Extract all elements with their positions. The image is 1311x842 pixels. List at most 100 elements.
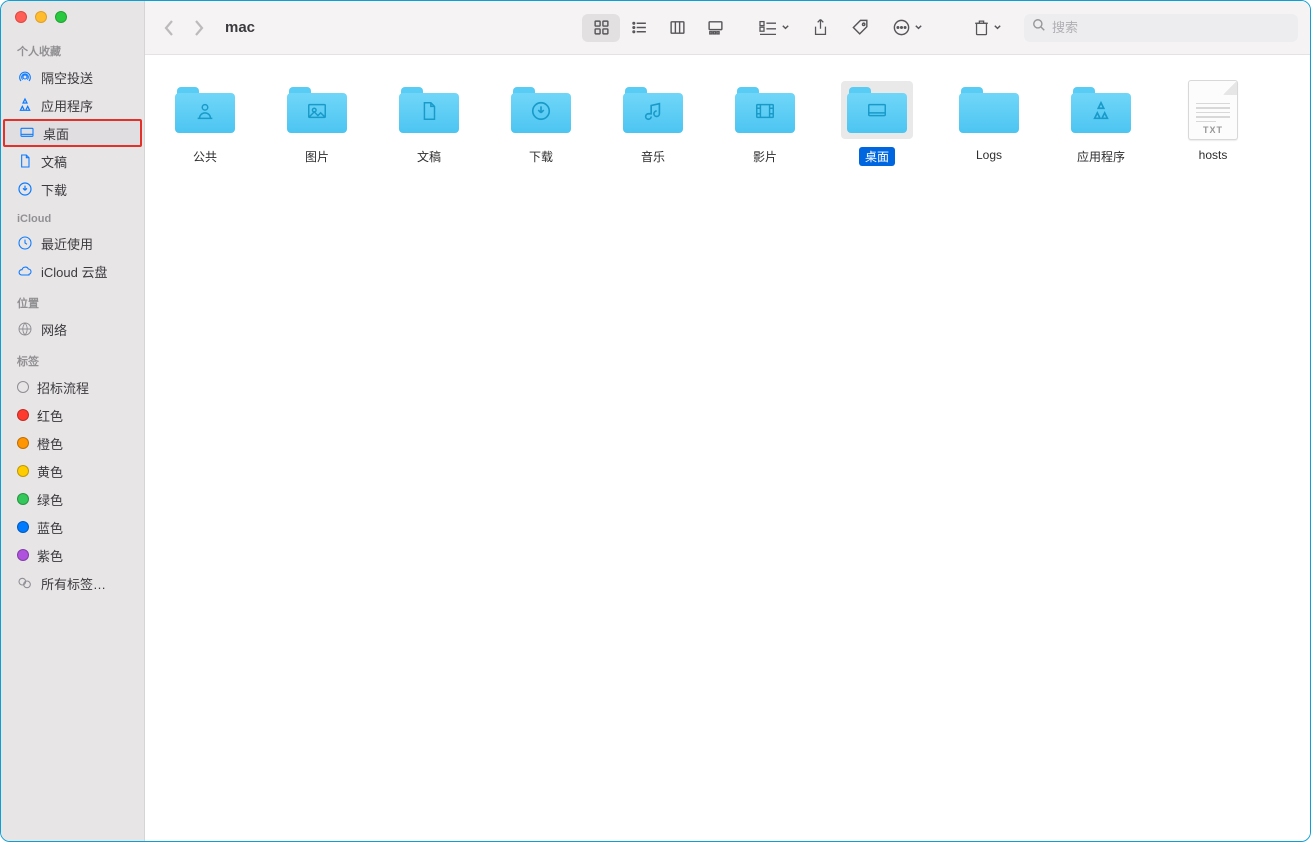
window-controls [1,11,144,33]
folder-icon [1069,87,1133,133]
folder-item[interactable]: 应用程序 [1045,73,1157,180]
item-label: 文稿 [411,147,447,166]
folder-item[interactable]: 桌面 [821,73,933,180]
search-icon [1032,18,1046,37]
item-thumbnail [953,81,1025,139]
item-label: hosts [1193,147,1234,163]
tag-dot-icon [17,521,29,533]
sidebar-item-label: 应用程序 [41,96,93,115]
folder-item[interactable]: 音乐 [597,73,709,180]
sidebar-all-tags[interactable]: 所有标签… [1,569,144,597]
sidebar-item-label: 文稿 [41,152,67,171]
applications-icon [17,97,33,113]
sidebar-tag-red[interactable]: 红色 [1,401,144,429]
sidebar-item-desktop[interactable]: 桌面 [3,119,142,147]
sidebar-item-documents[interactable]: 文稿 [1,147,144,175]
sidebar: 个人收藏 隔空投送 应用程序 桌面 文稿 下载 iCloud 最近使用 iCl [1,1,145,841]
all-tags-icon [17,575,33,591]
item-thumbnail [505,81,577,139]
sidebar-item-label: 隔空投送 [41,68,93,87]
share-button[interactable] [812,18,829,38]
folder-item[interactable]: 文稿 [373,73,485,180]
sidebar-heading-locations: 位置 [1,285,144,315]
sidebar-tag-green[interactable]: 绿色 [1,485,144,513]
sidebar-tag-yellow[interactable]: 黄色 [1,457,144,485]
tags-button[interactable] [851,18,870,37]
sidebar-tag-item[interactable]: 招标流程 [1,373,144,401]
sidebar-tag-purple[interactable]: 紫色 [1,541,144,569]
content-area[interactable]: 公共图片 文稿 下载 音乐 影片桌面 Logs 应用程序 TXT hosts [145,55,1310,841]
item-thumbnail: TXT [1177,81,1249,139]
sidebar-item-label: 红色 [37,406,63,425]
sidebar-item-label: 橙色 [37,434,63,453]
finder-window: 个人收藏 隔空投送 应用程序 桌面 文稿 下载 iCloud 最近使用 iCl [0,0,1311,842]
desktop-icon [19,125,35,141]
folder-item[interactable]: Logs [933,73,1045,180]
toolbar-right-group [947,18,1018,37]
sidebar-item-label: 桌面 [43,124,69,143]
empty-trash-button[interactable] [973,18,1002,37]
item-thumbnail [393,81,465,139]
sidebar-item-label: 最近使用 [41,234,93,253]
sidebar-item-label: 网络 [41,320,67,339]
back-button[interactable] [163,19,175,37]
folder-icon [509,87,573,133]
tag-dot-icon [17,465,29,477]
sidebar-tag-blue[interactable]: 蓝色 [1,513,144,541]
tag-dot-icon [17,437,29,449]
main-area: mac [145,1,1310,841]
tag-dot-icon [17,409,29,421]
item-label: 下载 [523,147,559,166]
view-icons-button[interactable] [582,14,620,42]
sidebar-tag-orange[interactable]: 橙色 [1,429,144,457]
sidebar-item-icloud-drive[interactable]: iCloud 云盘 [1,257,144,285]
item-label: 图片 [299,147,335,166]
forward-button[interactable] [193,19,205,37]
folder-item[interactable]: 公共 [149,73,261,180]
sidebar-item-applications[interactable]: 应用程序 [1,91,144,119]
sidebar-item-label: 黄色 [37,462,63,481]
folder-item[interactable]: 图片 [261,73,373,180]
sidebar-item-downloads[interactable]: 下载 [1,175,144,203]
airdrop-icon [17,69,33,85]
sidebar-heading-tags: 标签 [1,343,144,373]
sidebar-item-airdrop[interactable]: 隔空投送 [1,63,144,91]
item-label: 应用程序 [1071,147,1131,166]
minimize-window-button[interactable] [35,11,47,23]
clock-icon [17,235,33,251]
folder-icon [733,87,797,133]
folder-icon [621,87,685,133]
sidebar-item-label: 紫色 [37,546,63,565]
item-grid: 公共图片 文稿 下载 音乐 影片桌面 Logs 应用程序 TXT hosts [149,73,1306,180]
toolbar-center-group [740,18,941,38]
search-field[interactable] [1024,14,1298,42]
nav-arrows [157,19,215,37]
sidebar-item-recents[interactable]: 最近使用 [1,229,144,257]
toolbar: mac [145,1,1310,55]
folder-icon [397,87,461,133]
action-button[interactable] [892,18,923,37]
folder-item[interactable]: 下载 [485,73,597,180]
close-window-button[interactable] [15,11,27,23]
sidebar-item-label: 蓝色 [37,518,63,537]
view-gallery-button[interactable] [696,14,734,42]
tag-dot-icon [17,493,29,505]
view-columns-button[interactable] [658,14,696,42]
window-title: mac [221,19,255,36]
view-list-button[interactable] [620,14,658,42]
folder-item[interactable]: 影片 [709,73,821,180]
item-label: 音乐 [635,147,671,166]
item-label: 桌面 [859,147,895,166]
group-by-button[interactable] [758,19,790,37]
folder-icon [845,87,909,133]
sidebar-item-label: 下载 [41,180,67,199]
zoom-window-button[interactable] [55,11,67,23]
view-switch [582,14,734,42]
search-input[interactable] [1052,20,1290,35]
sidebar-item-label: 绿色 [37,490,63,509]
file-item[interactable]: TXT hosts [1157,73,1269,180]
tag-dot-icon [17,549,29,561]
sidebar-item-network[interactable]: 网络 [1,315,144,343]
sidebar-item-label: 招标流程 [37,378,89,397]
folder-icon [173,87,237,133]
